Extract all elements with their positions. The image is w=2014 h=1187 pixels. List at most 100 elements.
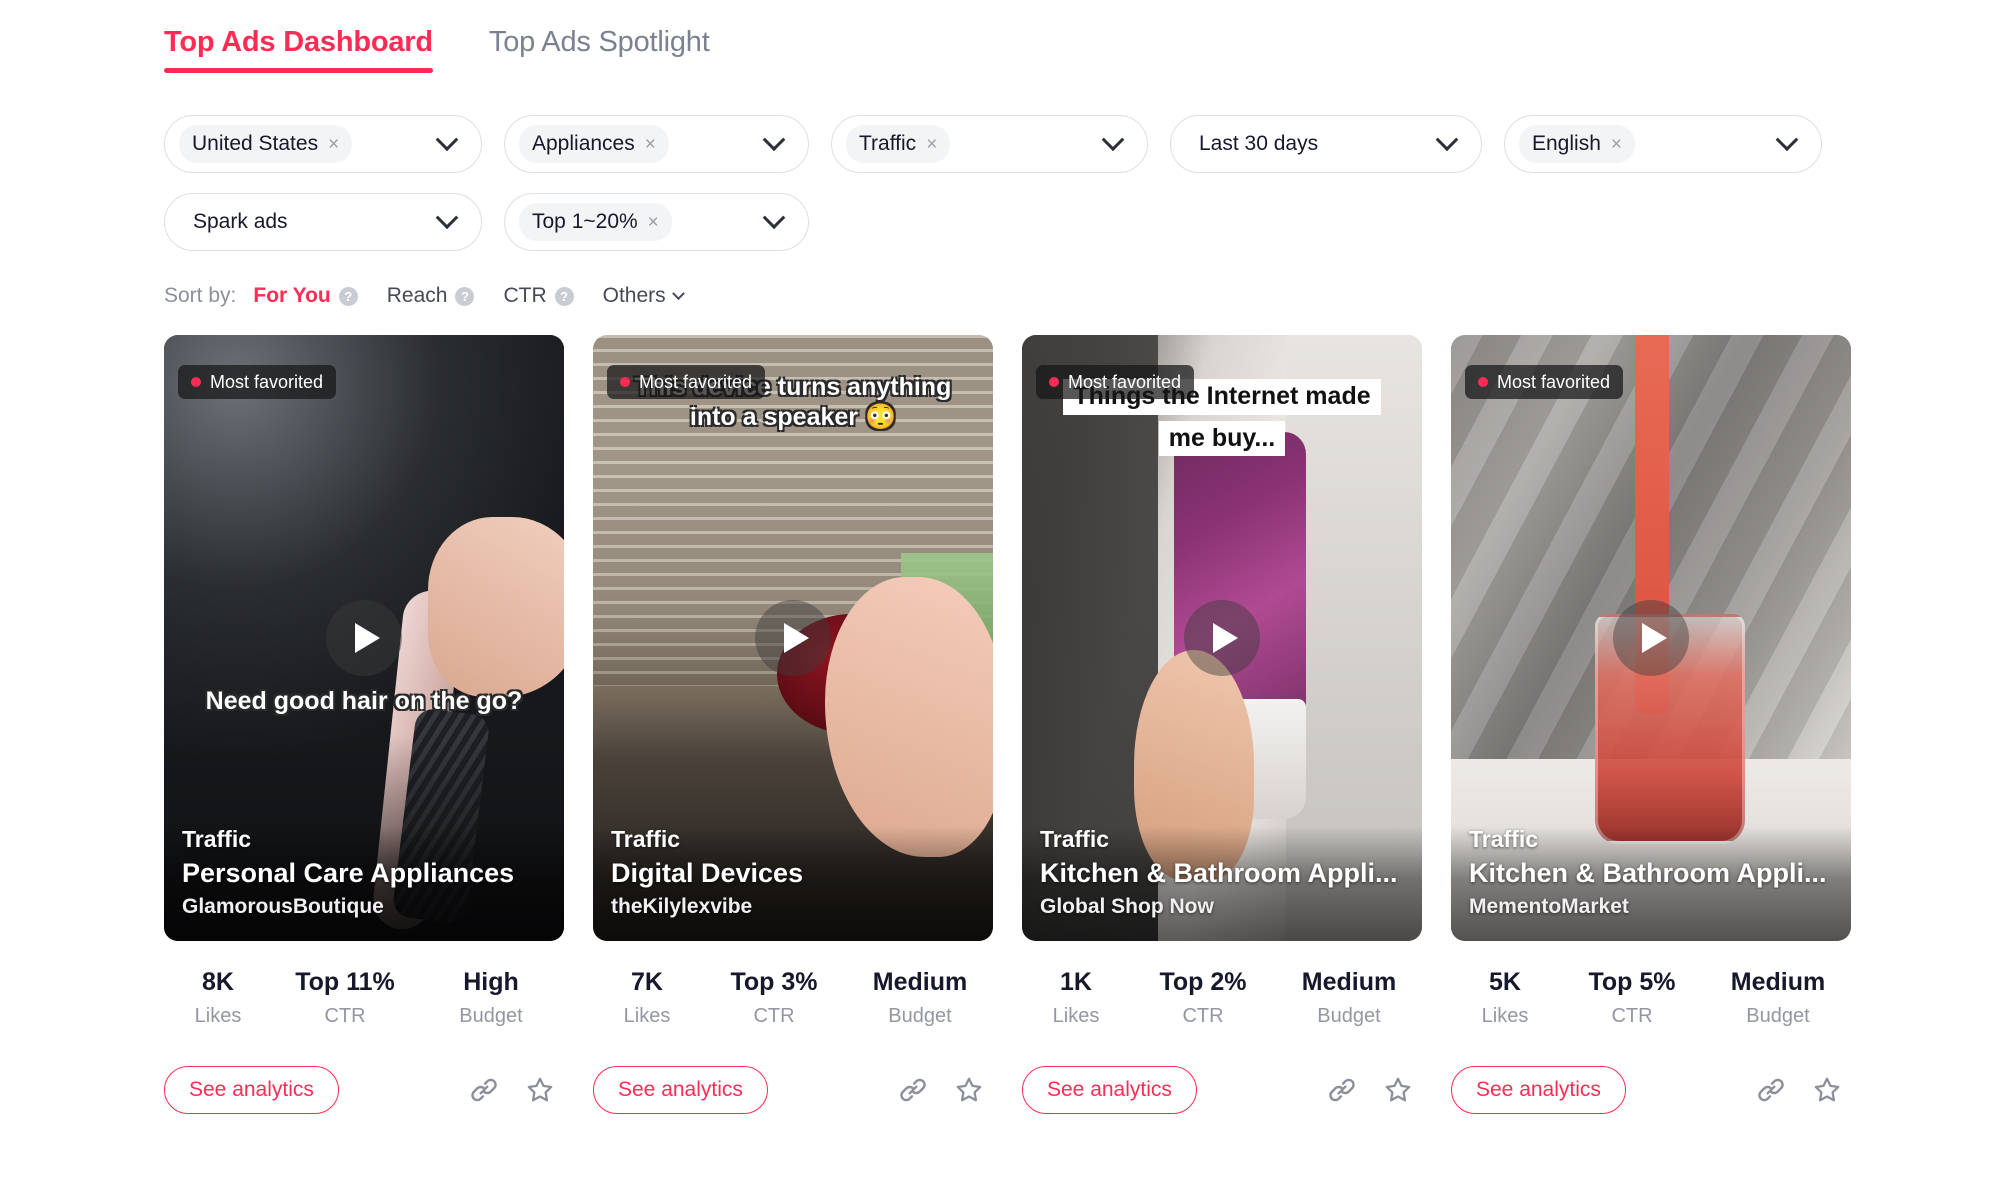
ad-thumbnail[interactable]: Most favorited Things the Internet made … (1022, 335, 1422, 941)
favorite-star-icon[interactable] (524, 1074, 556, 1106)
close-icon[interactable]: × (926, 135, 937, 154)
ad-card: Most favorited Traffic Kitchen & Bathroo… (1451, 335, 1851, 1114)
ad-thumbnail[interactable]: Most favorited Traffic Kitchen & Bathroo… (1451, 335, 1851, 941)
status-dot-icon (620, 377, 630, 387)
play-icon[interactable] (755, 600, 831, 676)
favorite-star-icon[interactable] (1811, 1074, 1843, 1106)
link-icon[interactable] (1326, 1074, 1358, 1106)
filter-top-percent[interactable]: Top 1~20% × (504, 193, 809, 251)
metric-value: Top 11% (295, 968, 395, 996)
metric-value: Top 3% (730, 968, 818, 996)
chevron-down-icon[interactable] (762, 206, 786, 230)
ad-card: Most favorited This device turns anythin… (593, 335, 993, 1114)
sort-option-ctr[interactable]: CTR ? (503, 284, 574, 308)
sort-option-reach[interactable]: Reach ? (387, 284, 475, 308)
favorite-star-icon[interactable] (1382, 1074, 1414, 1106)
badge-label: Most favorited (639, 371, 753, 392)
favorite-star-icon[interactable] (953, 1074, 985, 1106)
close-icon[interactable]: × (1611, 135, 1622, 154)
ad-category: Personal Care Appliances (182, 858, 515, 888)
metric-value: 5K (1489, 968, 1521, 996)
close-icon[interactable]: × (645, 135, 656, 154)
metric-budget: High Budget (418, 968, 564, 1028)
ad-thumbnail[interactable]: Most favorited This device turns anythin… (593, 335, 993, 941)
see-analytics-button[interactable]: See analytics (1022, 1066, 1197, 1114)
filter-chip: English × (1519, 125, 1635, 163)
tab-label: Top Ads Spotlight (488, 26, 710, 58)
filter-language[interactable]: English × (1504, 115, 1822, 173)
close-icon[interactable]: × (328, 135, 339, 154)
link-icon[interactable] (468, 1074, 500, 1106)
status-dot-icon (1478, 377, 1488, 387)
filter-date-range[interactable]: Last 30 days (1170, 115, 1482, 173)
ad-category: Kitchen & Bathroom Appli... (1469, 858, 1827, 888)
video-caption: Need good hair on the go? (164, 687, 564, 717)
link-icon[interactable] (1755, 1074, 1787, 1106)
filter-value-label: Last 30 days (1199, 132, 1319, 155)
help-icon[interactable]: ? (455, 286, 475, 306)
chevron-down-icon[interactable] (435, 206, 459, 230)
chevron-down-icon[interactable] (435, 128, 459, 152)
status-dot-icon (1049, 377, 1059, 387)
link-icon[interactable] (897, 1074, 929, 1106)
chevron-down-icon[interactable] (1101, 128, 1125, 152)
see-analytics-button[interactable]: See analytics (164, 1066, 339, 1114)
sort-by-label: Sort by: (164, 284, 237, 307)
play-icon[interactable] (1613, 600, 1689, 676)
chevron-down-icon[interactable] (1775, 128, 1799, 152)
metric-label: Budget (1746, 1005, 1810, 1027)
chevron-down-icon[interactable] (762, 128, 786, 152)
tab-top-ads-spotlight[interactable]: Top Ads Spotlight (489, 26, 710, 73)
ad-advertiser: GlamorousBoutique (182, 895, 384, 918)
filter-chip-label: Appliances (532, 132, 635, 155)
metric-value: Medium (872, 968, 968, 996)
ad-overlay-info: Traffic Kitchen & Bathroom Appli... Glob… (1022, 826, 1422, 941)
ad-card-footer: See analytics (1451, 1066, 1851, 1114)
metric-label: CTR (1611, 1005, 1653, 1027)
sort-option-label: CTR (503, 284, 547, 307)
filter-region[interactable]: United States × (164, 115, 482, 173)
close-icon[interactable]: × (648, 213, 659, 232)
ad-card-grid: Most favorited Need good hair on the go?… (164, 335, 2014, 1114)
metric-label: Likes (1052, 1005, 1100, 1027)
ad-overlay-info: Traffic Personal Care Appliances Glamoro… (164, 826, 564, 941)
ad-advertiser: Global Shop Now (1040, 895, 1214, 918)
ad-card-actions (1755, 1074, 1851, 1106)
see-analytics-button[interactable]: See analytics (1451, 1066, 1626, 1114)
filter-industry[interactable]: Appliances × (504, 115, 809, 173)
filter-chip: Traffic × (846, 125, 951, 163)
metric-label: Likes (623, 1005, 671, 1027)
metric-value: 7K (631, 968, 663, 996)
ad-card-actions (897, 1074, 993, 1106)
help-icon[interactable]: ? (554, 286, 574, 306)
filter-ad-type[interactable]: Spark ads (164, 193, 482, 251)
see-analytics-button[interactable]: See analytics (593, 1066, 768, 1114)
filter-chip-label: English (1532, 132, 1601, 155)
metric-label: CTR (324, 1005, 366, 1027)
metric-value: 8K (202, 968, 234, 996)
sort-option-label: Others (602, 284, 666, 307)
play-icon[interactable] (1184, 600, 1260, 676)
tab-top-ads-dashboard[interactable]: Top Ads Dashboard (164, 26, 433, 73)
sort-option-others[interactable]: Others (602, 284, 685, 308)
metric-label: Likes (1481, 1005, 1529, 1027)
metric-value: 1K (1060, 968, 1092, 996)
ad-card-actions (1326, 1074, 1422, 1106)
filter-chip: United States × (179, 125, 353, 163)
ad-category: Kitchen & Bathroom Appli... (1040, 858, 1398, 888)
ad-card-footer: See analytics (593, 1066, 993, 1114)
metric-ctr: Top 11% CTR (272, 968, 418, 1028)
metric-budget: Medium Budget (847, 968, 993, 1028)
help-icon[interactable]: ? (338, 286, 358, 306)
ad-objective: Traffic (182, 826, 252, 852)
metric-label: Likes (194, 1005, 242, 1027)
filter-chip: Top 1~20% × (519, 203, 672, 241)
play-icon[interactable] (326, 600, 402, 676)
filter-objective[interactable]: Traffic × (831, 115, 1148, 173)
sort-option-for-you[interactable]: For You ? (253, 284, 358, 308)
top-ads-dashboard-page: Top Ads Dashboard Top Ads Spotlight Unit… (0, 0, 2014, 1187)
filter-chip: Appliances × (519, 125, 669, 163)
ad-objective: Traffic (611, 826, 681, 852)
chevron-down-icon[interactable] (1435, 128, 1459, 152)
ad-thumbnail[interactable]: Most favorited Need good hair on the go?… (164, 335, 564, 941)
